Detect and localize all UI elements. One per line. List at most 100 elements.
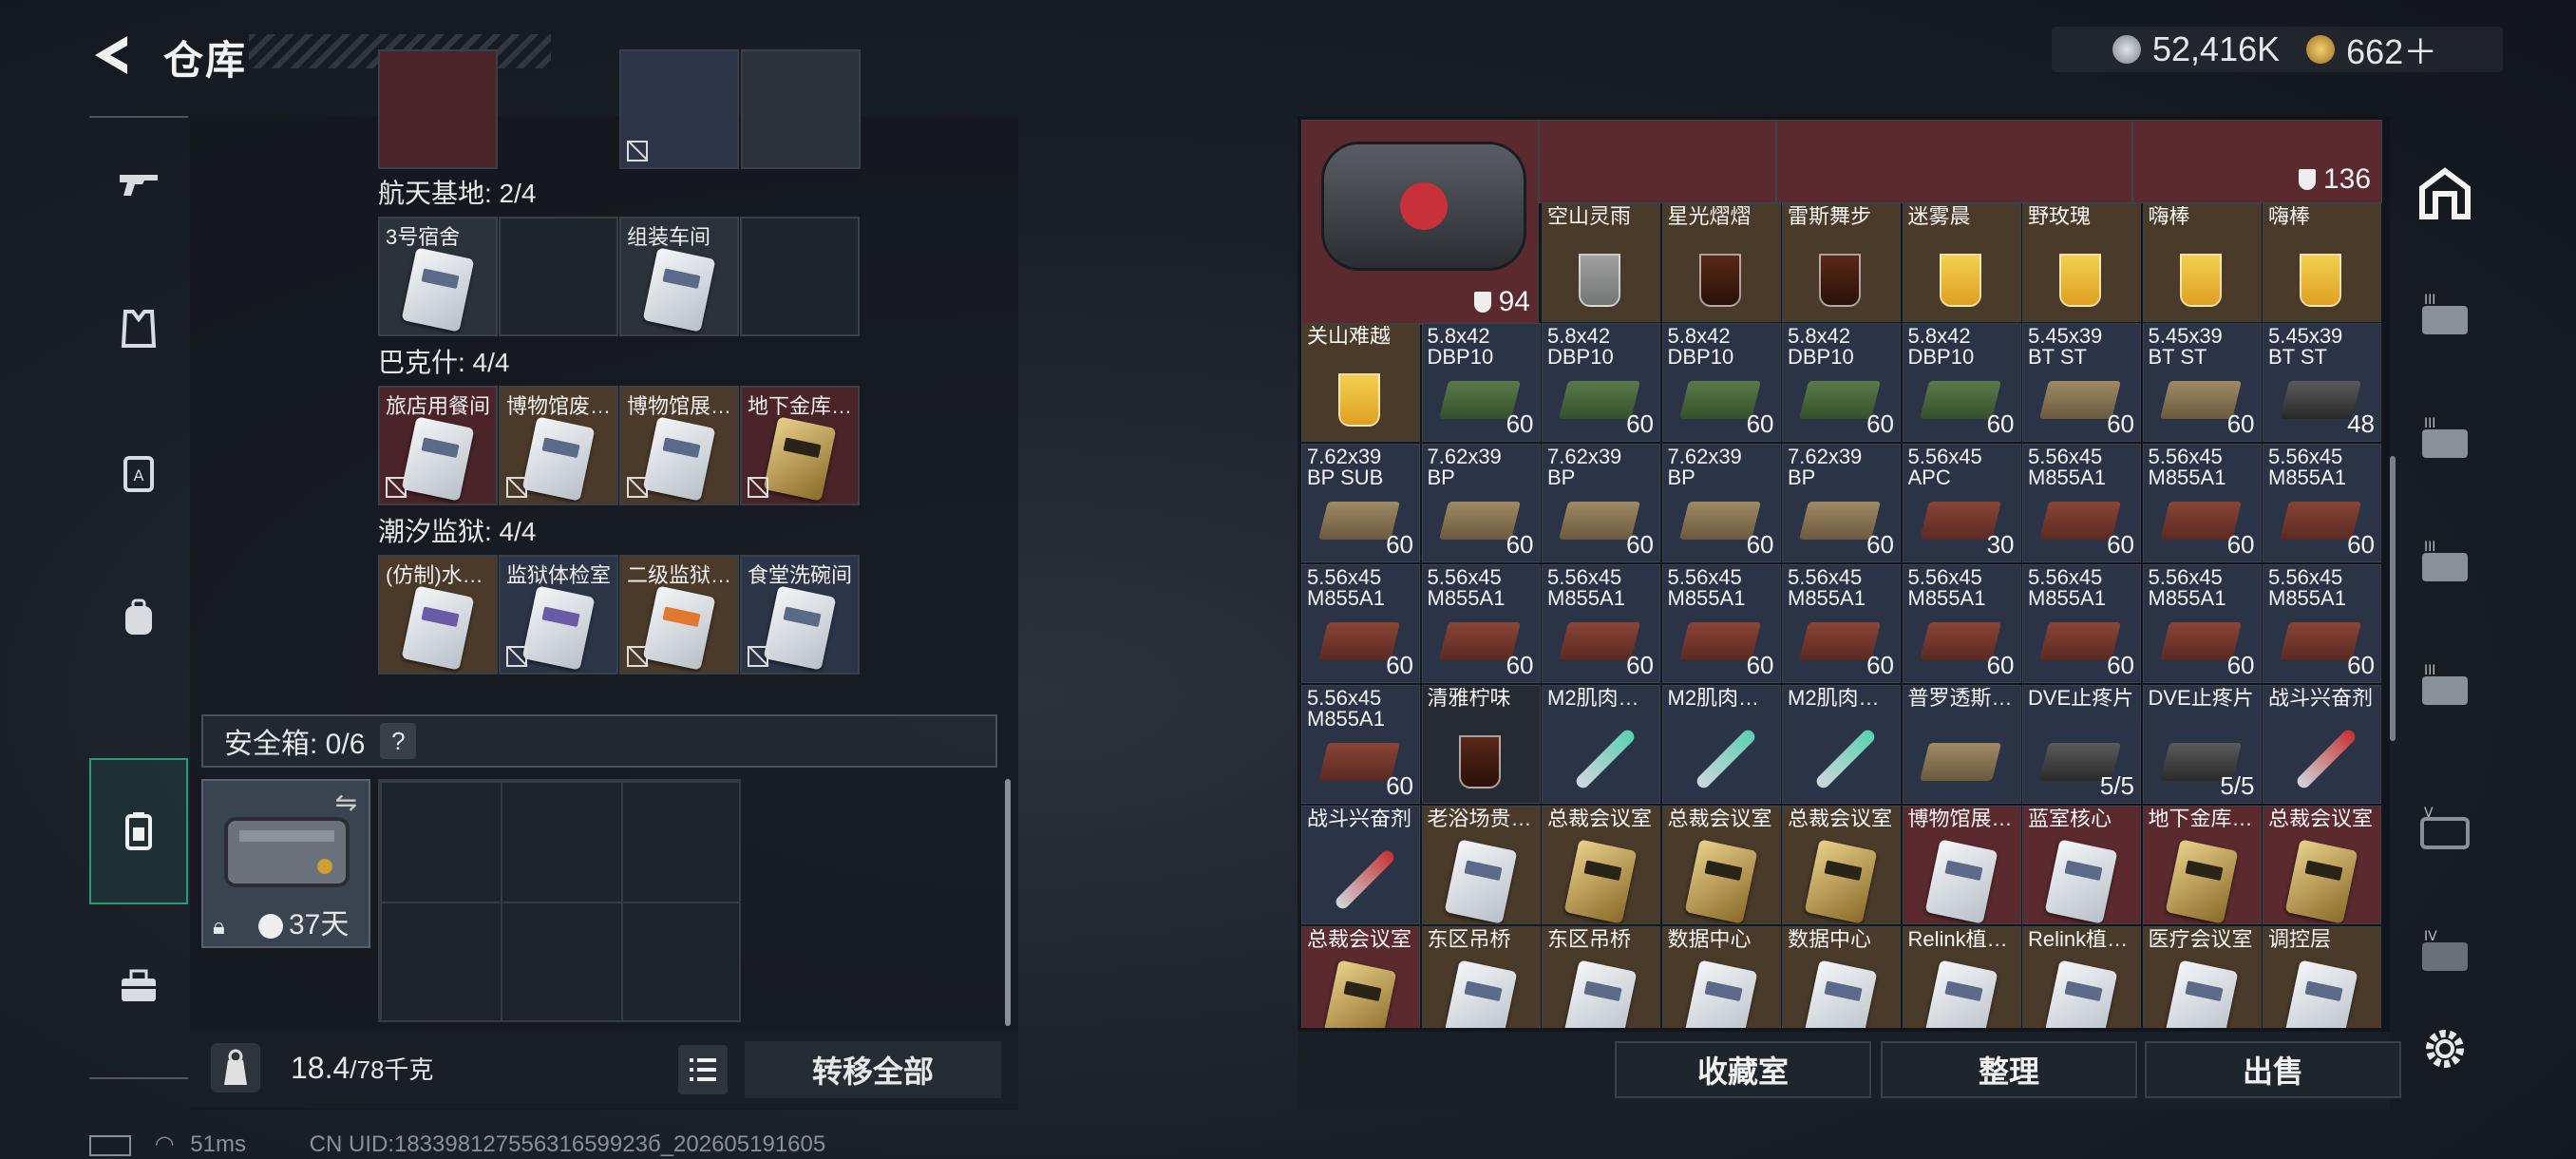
stash-item[interactable]: 5.56x45 M855A1 60 [2263, 564, 2381, 683]
stash-item[interactable]: DVE止疼片 5/5 [2022, 685, 2141, 804]
stash-item[interactable]: Relink植… [2022, 926, 2141, 1028]
stash-item[interactable]: 5.56x45 M855A1 60 [2022, 444, 2141, 562]
empty-key-slot[interactable] [740, 217, 860, 336]
stash-item[interactable]: 5.8x42 DBP10 60 [1782, 323, 1901, 442]
key-card-slot[interactable]: 博物馆废… [499, 386, 618, 505]
left-scrollbar[interactable] [1005, 779, 1011, 1026]
stash-item[interactable]: 5.56x45 M855A1 60 [1661, 564, 1781, 683]
stash-item[interactable]: 5.56x45 M855A1 60 [1301, 685, 1420, 804]
stash-tab-3d-icon[interactable]: III [2415, 657, 2475, 718]
stash-item[interactable]: 调控层 [2263, 926, 2381, 1028]
stash-item[interactable]: 空山灵雨 [1542, 203, 1660, 322]
top-partial-item[interactable] [1539, 120, 1776, 203]
stash-tab-3-icon[interactable]: III [2415, 287, 2475, 348]
empty-key-slot[interactable] [499, 217, 618, 336]
key-card-slot[interactable]: 监狱体检室 [499, 555, 618, 674]
stash-tab-3b-icon[interactable]: III [2415, 410, 2475, 471]
stash-item[interactable]: 5.56x45 M855A1 60 [1542, 564, 1660, 683]
stash-item[interactable]: 老浴场贵… [1421, 806, 1541, 924]
stash-item[interactable]: 东区吊桥 [1542, 926, 1660, 1028]
key-card-slot[interactable]: 博物馆展… [619, 386, 739, 505]
stash-item[interactable]: 5.56x45 APC 30 [1902, 444, 2021, 562]
stash-item[interactable]: 战斗兴奋剂 [2263, 685, 2381, 804]
right-scrollbar[interactable] [2390, 456, 2396, 741]
nav-weapons[interactable] [89, 118, 188, 251]
nav-secure-container[interactable] [89, 758, 188, 904]
key-card-slot[interactable]: 地下金库… [740, 386, 860, 505]
sort-button[interactable]: 整理 [1881, 1041, 2137, 1098]
transfer-all-button[interactable]: 转移全部 [745, 1041, 1001, 1098]
stash-item[interactable]: 博物馆展… [1902, 806, 2021, 924]
nav-backpack[interactable] [89, 551, 188, 684]
stash-item[interactable]: 总裁会议室 [1782, 806, 1901, 924]
stash-item[interactable]: 东区吊桥 [1421, 926, 1541, 1028]
stash-item[interactable]: 总裁会议室 [1661, 806, 1781, 924]
stash-item[interactable]: 7.62x39 BP SUB 60 [1301, 444, 1420, 562]
stash-item[interactable]: 5.8x42 DBP10 60 [1661, 323, 1781, 442]
stash-item[interactable]: 野玫瑰 [2022, 203, 2141, 322]
stash-item[interactable]: 数据中心 [1782, 926, 1901, 1028]
nav-armor[interactable] [89, 262, 188, 395]
stash-tab-3c-icon[interactable]: III [2415, 534, 2475, 595]
stash-item[interactable]: 迷雾晨 [1902, 203, 2021, 322]
stash-item[interactable]: M2肌肉… [1542, 685, 1660, 804]
stash-item[interactable]: 5.56x45 M855A1 60 [2142, 444, 2262, 562]
collection-room-button[interactable]: 收藏室 [1615, 1041, 1871, 1098]
settings-gear-icon[interactable] [2418, 1022, 2472, 1075]
stash-item[interactable]: 地下金库… [2142, 806, 2262, 924]
key-card-slot[interactable]: 二级监狱… [619, 555, 739, 674]
stash-item[interactable]: 5.56x45 M855A1 60 [2263, 444, 2381, 562]
help-button[interactable]: ? [380, 723, 417, 759]
sell-button[interactable]: 出售 [2145, 1041, 2401, 1098]
stash-item[interactable]: 5.45x39 BT ST 48 [2263, 323, 2381, 442]
stash-item[interactable]: 医疗会议室 [2142, 926, 2262, 1028]
stash-item[interactable]: 5.8x42 DBP10 60 [1421, 323, 1541, 442]
nav-chest-rig[interactable]: A [89, 407, 188, 540]
stash-item[interactable]: 5.56x45 M855A1 60 [1421, 564, 1541, 683]
stash-item[interactable]: 5.56x45 M855A1 60 [1782, 564, 1901, 683]
stash-item[interactable]: 5.8x42 DBP10 60 [1902, 323, 2021, 442]
key-card-slot[interactable]: 组装车间 [619, 217, 739, 336]
stash-item[interactable]: M2肌肉… [1782, 685, 1901, 804]
nav-toolbox[interactable] [89, 920, 188, 1053]
stash-tab-4-icon[interactable]: IV [2415, 923, 2475, 984]
back-arrow-icon[interactable] [85, 28, 139, 82]
swap-icon[interactable]: ⇋ [335, 787, 357, 818]
stash-item[interactable]: 5.56x45 M855A1 60 [1902, 564, 2021, 683]
stash-item[interactable]: 数据中心 [1661, 926, 1781, 1028]
stash-item[interactable]: 关山难越 [1301, 323, 1420, 442]
currency-gold[interactable]: 662＋ [2346, 25, 2437, 74]
stash-item[interactable]: 5.45x39 BT ST 60 [2022, 323, 2141, 442]
stash-item[interactable]: 5.56x45 M855A1 60 [2142, 564, 2262, 683]
stash-item[interactable]: 蓝室核心 [2022, 806, 2141, 924]
stash-item[interactable]: 5.8x42 DBP10 60 [1542, 323, 1660, 442]
stash-item[interactable]: 普罗透斯… [1902, 685, 2021, 804]
stash-item[interactable]: 7.62x39 BP 60 [1542, 444, 1660, 562]
stash-item[interactable]: 总裁会议室 [2263, 806, 2381, 924]
key-card-slot[interactable]: (仿制)水… [378, 555, 498, 674]
stash-item[interactable]: 5.45x39 BT ST 60 [2142, 323, 2262, 442]
stash-item[interactable]: 总裁会议室 [1301, 926, 1420, 1028]
stash-item[interactable]: 嗨棒 [2142, 203, 2262, 322]
stash-item[interactable]: DVE止疼片 5/5 [2142, 685, 2262, 804]
list-view-button[interactable] [678, 1045, 728, 1094]
stash-item[interactable]: 5.56x45 M855A1 60 [1301, 564, 1420, 683]
stash-item[interactable]: 7.62x39 BP 60 [1661, 444, 1781, 562]
stash-item[interactable]: 战斗兴奋剂 [1301, 806, 1420, 924]
secure-container-grid[interactable] [378, 779, 741, 1022]
stash-item[interactable]: 总裁会议室 [1542, 806, 1660, 924]
duffel-bag-item[interactable]: 94 [1301, 120, 1539, 325]
stash-item[interactable]: 7.62x39 BP 60 [1421, 444, 1541, 562]
stash-item[interactable]: 星光熠熠 [1661, 203, 1781, 322]
stash-item[interactable]: 雷斯舞步 [1782, 203, 1901, 322]
stash-tab-5-icon[interactable]: V [2415, 800, 2475, 861]
stash-item[interactable]: Relink植… [1902, 926, 2021, 1028]
stash-item[interactable]: 清雅柠味 [1421, 685, 1541, 804]
top-partial-item[interactable] [1776, 120, 2132, 203]
stash-item[interactable]: 5.56x45 M855A1 60 [2022, 564, 2141, 683]
stash-home-icon[interactable] [2415, 163, 2475, 224]
secure-container-item[interactable]: ⇋ 🔒︎ 37天 [201, 779, 370, 948]
key-card-slot[interactable]: 3号宿舍 [378, 217, 498, 336]
key-card-slot[interactable]: 食堂洗碗间 [740, 555, 860, 674]
stash-item[interactable]: 7.62x39 BP 60 [1782, 444, 1901, 562]
